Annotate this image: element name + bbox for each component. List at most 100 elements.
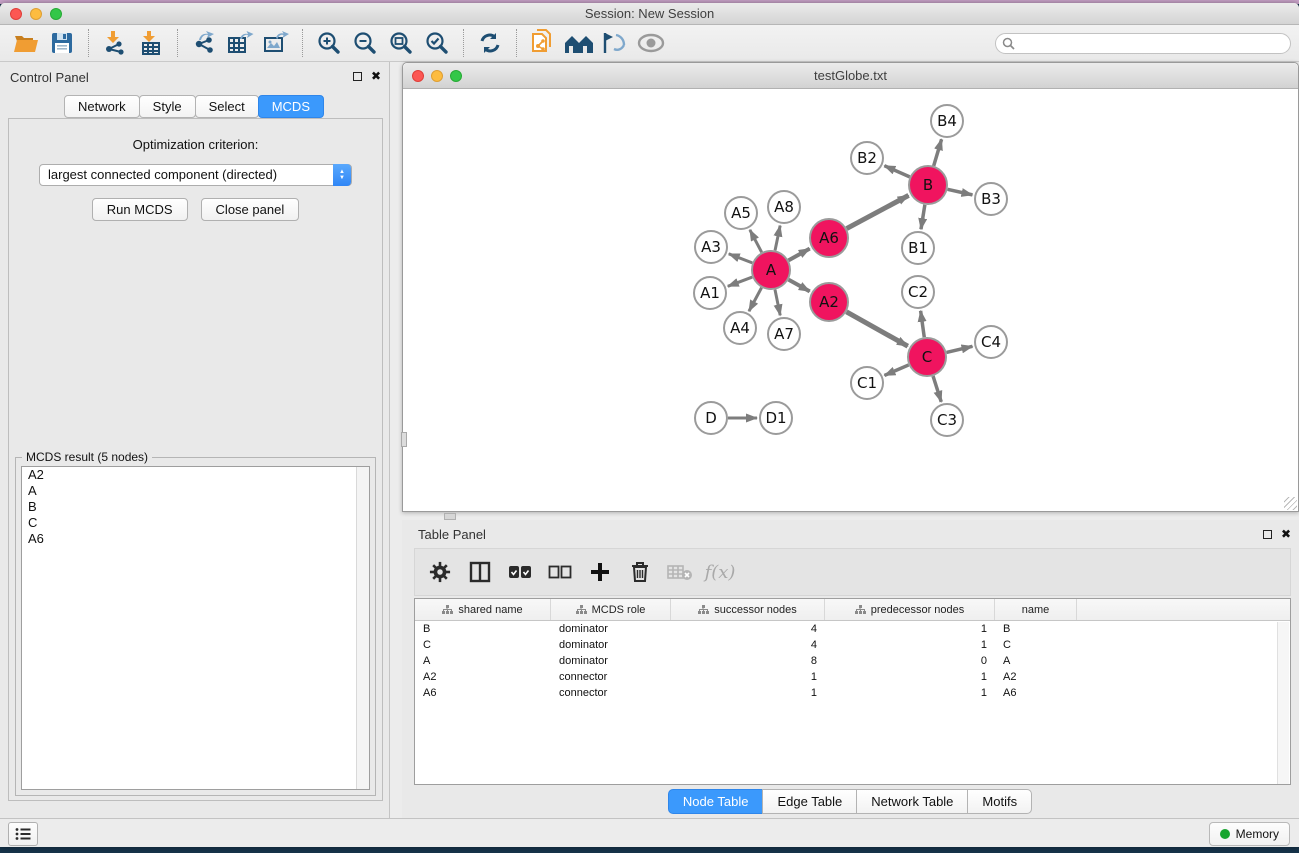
columns-icon[interactable] [465,557,495,587]
save-session-icon[interactable] [44,28,80,58]
graph-node-label: A2 [819,293,839,311]
tab-select[interactable]: Select [195,95,259,118]
table-row[interactable]: Bdominator 41 B [415,621,1290,637]
search-input[interactable] [995,33,1291,54]
network-canvas[interactable]: B4B2BB3A8A5A6B1A3AC2A1A2A4A7C4CC1C3DD1 [403,89,1298,511]
graph-edge[interactable] [750,230,762,252]
graph-edge[interactable] [921,311,925,337]
hide-selected-icon[interactable] [597,28,633,58]
gear-icon[interactable] [425,557,455,587]
graph-edge[interactable] [884,365,908,375]
table-row[interactable]: A2connector 11 A2 [415,669,1290,685]
graph-edge[interactable] [775,226,780,251]
zoom-in-icon[interactable] [311,28,347,58]
mcds-tab-content: Optimization criterion: largest connecte… [8,118,383,801]
zoom-out-icon[interactable] [347,28,383,58]
graph-edge[interactable] [921,205,925,229]
graph-node-label: C2 [908,283,928,301]
network-window-titlebar[interactable]: testGlobe.txt [403,63,1298,89]
optimization-criterion-label: Optimization criterion: [9,137,382,152]
mcds-result-item[interactable]: C [22,515,369,531]
export-image-icon[interactable] [258,28,294,58]
main-toolbar [0,25,1299,62]
first-neighbors-icon[interactable] [561,28,597,58]
network-graph[interactable]: B4B2BB3A8A5A6B1A3AC2A1A2A4A7C4CC1C3DD1 [403,89,1298,511]
mcds-result-groupbox: MCDS result (5 nodes) A2 A B C A6 [15,457,376,796]
toolbar-separator [463,29,464,57]
graph-edge[interactable] [789,280,810,292]
mcds-result-item[interactable]: B [22,499,369,515]
float-table-panel-icon[interactable] [1263,530,1272,539]
open-file-icon[interactable] [8,28,44,58]
tree-icon [855,605,866,615]
mcds-result-item[interactable]: A6 [22,531,369,547]
export-network-icon[interactable] [186,28,222,58]
refresh-icon[interactable] [472,28,508,58]
toolbar-separator [302,29,303,57]
graph-node-label: A8 [774,198,794,216]
graph-edge[interactable] [946,346,972,352]
tab-edge-table[interactable]: Edge Table [762,789,857,814]
table-row[interactable]: A6connector 11 A6 [415,685,1290,701]
column-header-shared-name[interactable]: shared name [415,599,551,620]
run-mcds-button[interactable]: Run MCDS [92,198,188,221]
mcds-result-list[interactable]: A2 A B C A6 [21,466,370,790]
tab-style[interactable]: Style [139,95,196,118]
mcds-result-item[interactable]: A2 [22,467,369,483]
node-table[interactable]: shared name MCDS role successor nodes pr… [414,598,1291,785]
table-row[interactable]: Adominator 80 A [415,653,1290,669]
tab-motifs[interactable]: Motifs [967,789,1032,814]
close-table-panel-icon[interactable]: ✖ [1281,529,1291,539]
graph-edge[interactable] [846,312,907,346]
column-header-name[interactable]: name [995,599,1077,620]
column-header-successor-nodes[interactable]: successor nodes [671,599,825,620]
result-list-scrollbar[interactable] [356,467,369,789]
tab-mcds[interactable]: MCDS [258,95,324,118]
graph-node-label: A6 [819,229,839,247]
tab-network-table[interactable]: Network Table [856,789,968,814]
split-pane-handle[interactable] [444,513,456,520]
close-panel-icon[interactable]: ✖ [371,71,381,81]
column-header-mcds-role[interactable]: MCDS role [551,599,671,620]
float-panel-icon[interactable] [353,72,362,81]
import-network-icon[interactable] [97,28,133,58]
graph-edge[interactable] [933,376,941,402]
task-history-button[interactable] [8,822,38,846]
zoom-fit-icon[interactable] [383,28,419,58]
function-builder-icon: f(x) [705,557,735,587]
mcds-result-item[interactable]: A [22,483,369,499]
memory-button[interactable]: Memory [1209,822,1290,846]
graph-edge[interactable] [749,288,762,312]
export-table-icon[interactable] [222,28,258,58]
table-scrollbar[interactable] [1277,622,1289,784]
control-panel-tabs: Network Style Select MCDS [0,95,389,118]
close-panel-button[interactable]: Close panel [201,198,300,221]
select-all-rows-icon[interactable] [505,557,535,587]
delete-column-icon[interactable] [625,557,655,587]
deselect-all-rows-icon[interactable] [545,557,575,587]
column-header-predecessor-nodes[interactable]: predecessor nodes [825,599,995,620]
graph-node-label: C [922,348,932,366]
tab-network[interactable]: Network [64,95,140,118]
show-all-icon[interactable] [633,28,669,58]
memory-status-icon [1220,829,1230,839]
import-table-icon[interactable] [133,28,169,58]
graph-node-label: B3 [981,190,1001,208]
graph-edge[interactable] [948,189,973,195]
optimization-criterion-select[interactable]: largest connected component (directed) ▲… [39,164,352,186]
new-network-from-selection-icon[interactable] [525,28,561,58]
graph-edge[interactable] [729,254,753,263]
window-resize-grip[interactable] [1284,497,1297,510]
graph-edge[interactable] [728,277,753,286]
graph-node-label: A7 [774,325,794,343]
canvas-edge-handle[interactable] [401,432,407,447]
graph-edge[interactable] [775,290,780,316]
graph-edge[interactable] [934,139,942,166]
tab-node-table[interactable]: Node Table [668,789,764,814]
zoom-selected-icon[interactable] [419,28,455,58]
table-row[interactable]: Cdominator 41 C [415,637,1290,653]
add-column-icon[interactable] [585,557,615,587]
graph-edge[interactable] [847,195,909,228]
graph-edge[interactable] [789,249,810,261]
graph-edge[interactable] [884,166,909,177]
